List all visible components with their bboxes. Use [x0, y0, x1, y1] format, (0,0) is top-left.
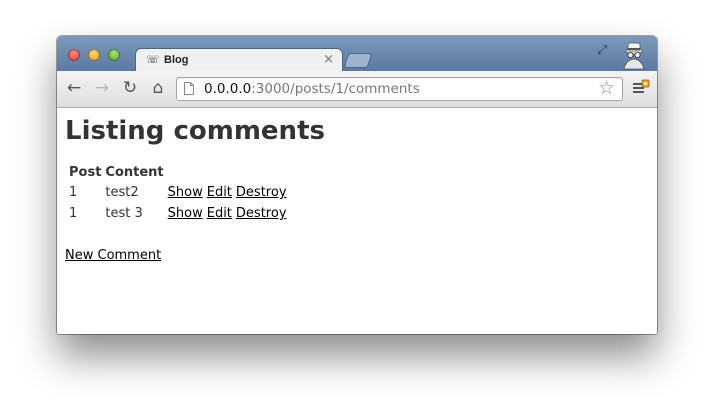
bookmark-star-icon[interactable]: ☆ — [598, 78, 615, 98]
address-bar[interactable]: 0.0.0.0:3000/posts/1/comments ☆ — [176, 77, 623, 101]
header-post: Post — [69, 165, 102, 180]
show-link[interactable]: Show — [168, 206, 203, 221]
tab-close-icon[interactable]: × — [323, 53, 334, 67]
header-actions — [167, 164, 207, 181]
cell-content: test 3 — [105, 206, 143, 221]
back-icon[interactable]: ← — [65, 79, 83, 97]
new-tab-button[interactable] — [343, 53, 373, 68]
destroy-link[interactable]: Destroy — [236, 206, 287, 221]
home-icon[interactable]: ⌂ — [149, 79, 167, 97]
cell-post: 1 — [69, 185, 78, 200]
fullscreen-icon[interactable]: ⤢ — [597, 44, 611, 58]
url-text[interactable]: 0.0.0.0:3000/posts/1/comments — [204, 81, 420, 97]
cell-content: test2 — [105, 185, 139, 200]
tab-favicon-icon: ☏ — [146, 53, 160, 66]
page-icon — [184, 82, 194, 95]
reload-icon[interactable]: ↻ — [121, 79, 139, 97]
edit-link[interactable]: Edit — [207, 206, 232, 221]
tab-blog[interactable]: ☏ Blog × — [135, 48, 343, 73]
zoom-window-button[interactable] — [108, 49, 120, 61]
tab-title: Blog — [164, 54, 189, 66]
title-bar: ☏ Blog × ⤢ — [57, 36, 657, 73]
url-path: :3000/posts/1/comments — [251, 81, 420, 97]
page-content: Listing comments Post Content 1 test2 Sh… — [57, 108, 657, 334]
cell-actions: Show Edit Destroy — [167, 204, 292, 223]
table-row: 1 test 3 Show Edit Destroy — [68, 204, 292, 223]
page-title: Listing comments — [65, 116, 325, 146]
cell-post: 1 — [69, 206, 78, 221]
minimize-window-button[interactable] — [88, 49, 100, 61]
header-content: Content — [105, 165, 164, 180]
cell-actions: Show Edit Destroy — [167, 183, 292, 202]
table-header-row: Post Content — [68, 164, 292, 181]
header-actions-3 — [251, 164, 291, 181]
forward-icon[interactable]: → — [93, 79, 111, 97]
browser-window: ☏ Blog × ⤢ ← → ↻ ⌂ 0.0.0.0:3000/posts/1/… — [57, 36, 657, 334]
close-window-button[interactable] — [68, 49, 80, 61]
comments-table: Post Content 1 test2 Show Edit Destroy 1 — [66, 162, 294, 225]
edit-link[interactable]: Edit — [207, 185, 232, 200]
incognito-icon — [623, 42, 645, 70]
new-comment-link[interactable]: New Comment — [65, 248, 161, 263]
header-actions-2 — [209, 164, 249, 181]
table-row: 1 test2 Show Edit Destroy — [68, 183, 292, 202]
destroy-link[interactable]: Destroy — [236, 185, 287, 200]
show-link[interactable]: Show — [168, 185, 203, 200]
browser-toolbar: ← → ↻ ⌂ 0.0.0.0:3000/posts/1/comments ☆ — [57, 71, 657, 108]
wrench-menu-icon[interactable] — [632, 79, 650, 97]
url-host: 0.0.0.0 — [204, 81, 252, 97]
